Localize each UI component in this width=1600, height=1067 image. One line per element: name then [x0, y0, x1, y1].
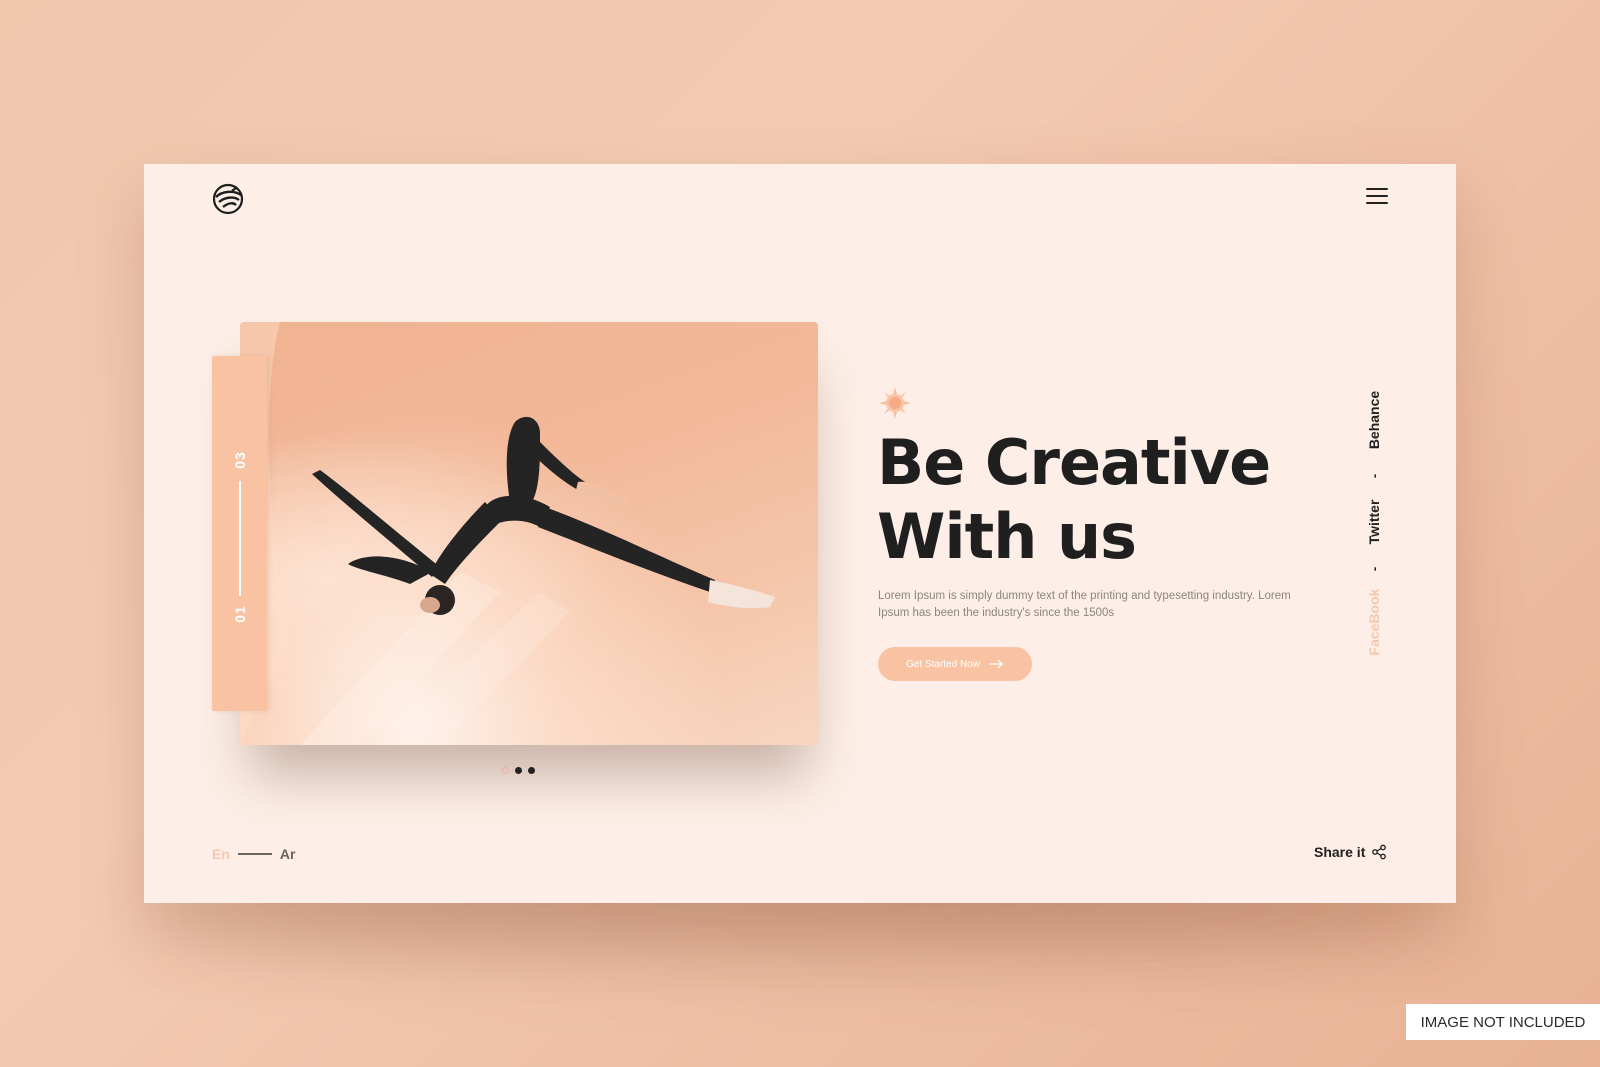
share-icon [1372, 844, 1387, 860]
slider-dot[interactable] [515, 766, 522, 774]
slider-dot[interactable] [502, 766, 509, 774]
share-button[interactable]: Share it [1314, 844, 1387, 860]
social-link-behance[interactable]: Behance [1366, 391, 1382, 449]
social-link-facebook[interactable]: FaceBook [1366, 589, 1382, 656]
headline-line-2: With us [877, 500, 1137, 573]
arrow-right-icon [988, 659, 1003, 669]
social-separator: - [1366, 566, 1382, 572]
menu-bar [1366, 188, 1388, 190]
slide-total: 03 [231, 451, 248, 469]
hero-description: Lorem Ipsum is simply dummy text of the … [878, 590, 1291, 619]
slider-dot[interactable] [528, 766, 535, 774]
swirl-logo-icon[interactable] [210, 181, 246, 217]
slide-current: 01 [231, 605, 248, 623]
slide-progress-line [239, 481, 241, 596]
lang-divider [237, 853, 272, 855]
hero-headline: Be Creative With us [877, 426, 1337, 574]
sun-icon [878, 386, 912, 420]
share-label: Share it [1314, 844, 1366, 860]
headline-line-1: Be Creative [877, 426, 1271, 499]
get-started-button[interactable]: Get Started Now [878, 647, 1032, 681]
menu-bar [1366, 202, 1388, 204]
social-separator: - [1366, 473, 1382, 479]
lang-en-option[interactable]: En [212, 846, 230, 862]
dancer-illustration [240, 322, 775, 745]
image-not-included-notice: IMAGE NOT INCLUDED [1406, 1004, 1600, 1040]
language-switch: En Ar [212, 846, 295, 862]
social-link-twitter[interactable]: Twitter [1366, 500, 1382, 545]
hamburger-menu-icon[interactable] [1366, 186, 1390, 206]
slide-counter: 03 01 [212, 356, 267, 711]
lang-ar-option[interactable]: Ar [280, 846, 296, 862]
slider-pagination [502, 765, 535, 775]
menu-bar [1366, 195, 1388, 197]
hero-photo [240, 322, 818, 745]
landing-card: 03 01 Be Creative With us Lorem Ipsum is… [144, 164, 1456, 903]
social-links: Behance - Twitter - FaceBook [1364, 384, 1384, 674]
get-started-label: Get Started Now [906, 658, 980, 670]
